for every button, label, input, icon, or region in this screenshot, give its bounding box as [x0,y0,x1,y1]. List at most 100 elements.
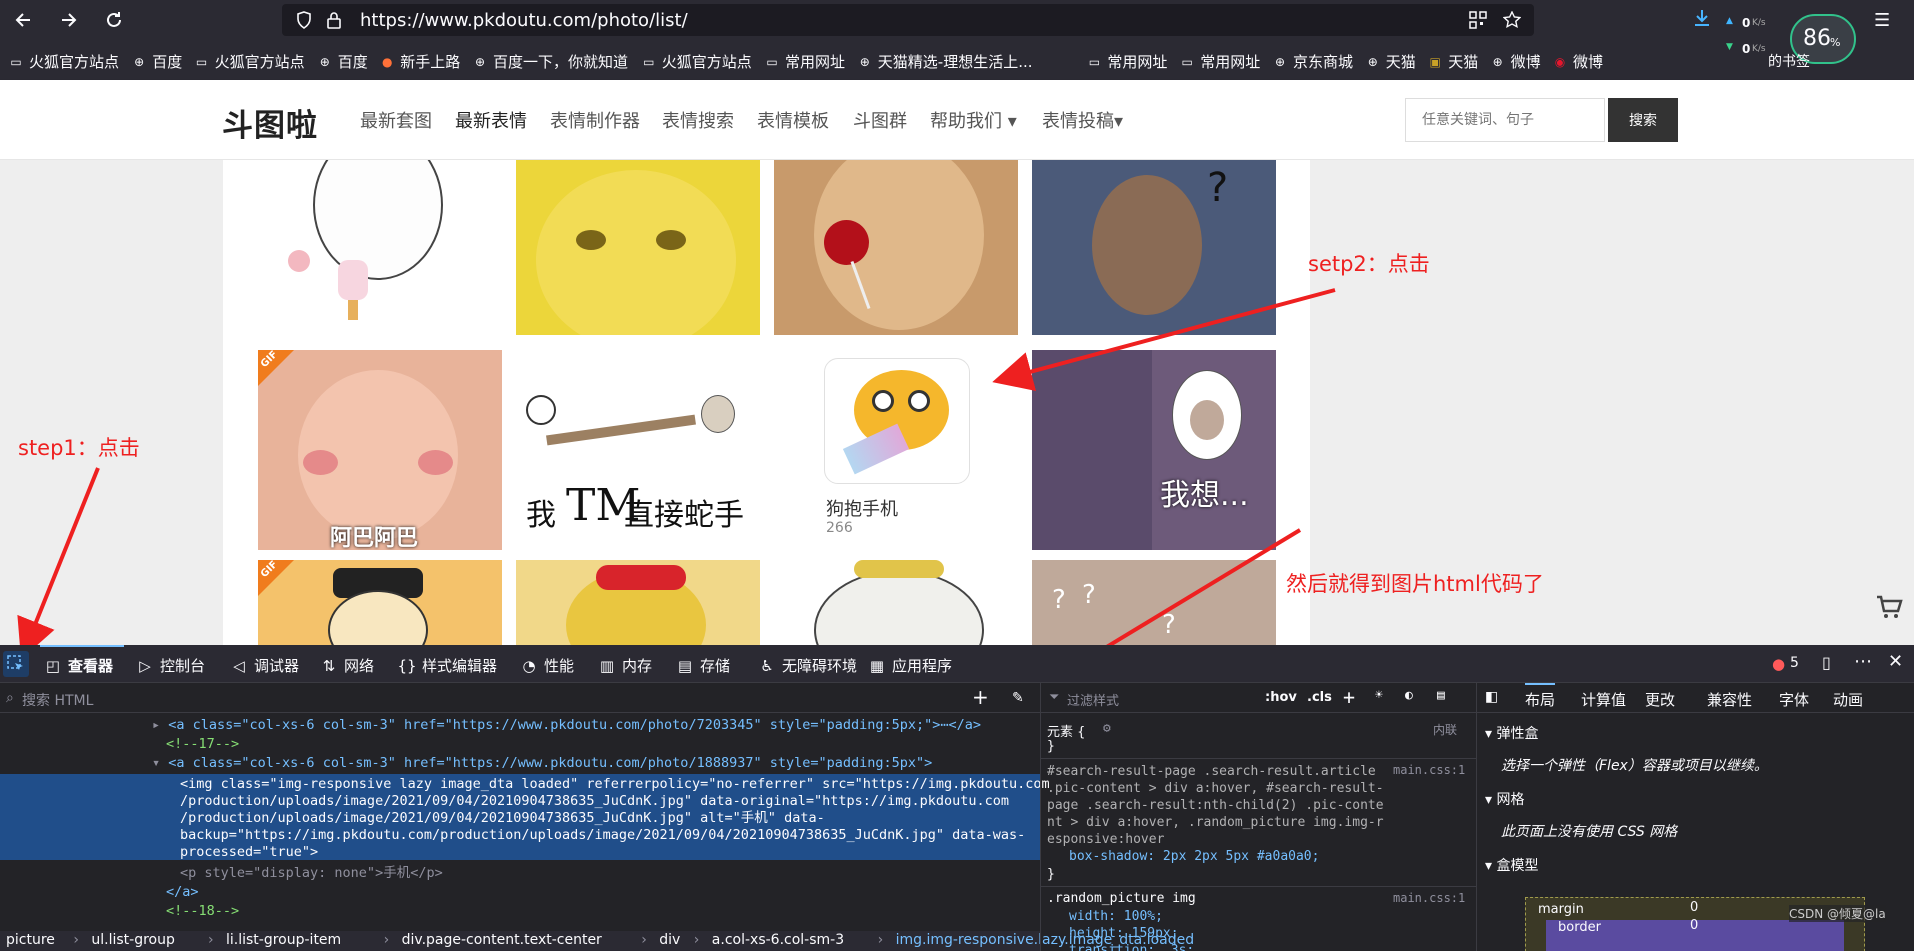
devtools-tab-label: 内存 [622,657,653,675]
breadcrumb-item[interactable]: div.page-content.text-center [402,932,602,948]
filter-styles-placeholder: 过滤样式 [1067,694,1120,709]
dark-theme-icon[interactable]: ◐ [1405,688,1413,703]
devtools-tab-label: 应用程序 [892,657,953,675]
border-label: border [1558,920,1601,935]
element-picker-button[interactable] [3,651,29,677]
filter-icon: ⏷ [1049,690,1060,705]
html-breadcrumb: picture › ul.list-group › li.list-group-item… [0,931,1194,951]
layout-tab[interactable]: 动画 [1833,689,1863,710]
css-rule-source[interactable]: main.css:1 [1393,891,1465,905]
css-property[interactable]: transition: .3s; [1069,943,1194,951]
devtools-tab[interactable]: ◰ 查看器 [44,655,113,676]
flexbox-note: 选择一个弹性（Flex）容器或项目以继续。 [1501,758,1768,774]
devtools-tab[interactable]: ⇅ 网络 [320,655,374,676]
sidebar-toggle-icon[interactable]: ◧ [1485,689,1498,705]
gear-icon[interactable]: ⚙ [1103,721,1111,736]
accessibility-icon: ♿ [760,656,774,675]
breadcrumb-separator: › [383,932,390,948]
devtools-tab[interactable]: ♿ 无障碍环境 [758,655,857,676]
css-rule-source[interactable]: main.css:1 [1393,763,1465,777]
flexbox-section-title[interactable]: ▾ 弹性盒 [1485,723,1538,743]
devtools-tab-label: 查看器 [68,657,114,675]
devtools-tab-label: 无障碍环境 [782,657,858,675]
css-property[interactable]: height: 159px; [1069,926,1179,941]
search-icon: ⌕ [6,690,14,706]
inspector-icon: ◰ [45,656,61,675]
devtools-tab[interactable]: ▤ 存储 [676,655,730,676]
cls-toggle[interactable]: .cls [1307,690,1332,705]
devtools-tab-label: 样式编辑器 [422,657,498,675]
application-icon: ▦ [869,656,885,675]
devtools-tab[interactable]: ▦ 应用程序 [868,655,952,676]
storage-icon: ▤ [677,656,693,675]
active-tab-indicator [40,645,124,647]
pick-element-icon [7,655,23,670]
network-icon: ⇅ [322,656,336,675]
grid-section-title[interactable]: ▾ 网格 [1485,789,1524,809]
selected-html-node[interactable]: <img class="img-responsive lazy image_dt… [0,774,1050,860]
breadcrumb-separator: › [693,932,700,948]
watermark: CSDN @倾夏@la [1789,905,1886,922]
devtools-tab[interactable]: ◁ 调试器 [230,655,299,676]
more-options-icon[interactable]: ⋯ [1854,651,1872,672]
devtools-tab[interactable]: ◔ 性能 [520,655,574,676]
breadcrumb-item[interactable]: div [659,932,680,948]
devtools-toolbar: ◰ 查看器 ▷ 控制台 ◁ 调试器 ⇅ 网络 {} 样式编辑器 ◔ 性能 ▥ 内存 ▤ 存储 ♿ 无障碍环境 ▦ 应用… [0,645,1914,683]
margin-label: margin [1538,902,1584,917]
light-theme-icon[interactable]: ☀ [1375,688,1383,703]
error-icon[interactable]: ● [1772,655,1785,673]
breadcrumb-item[interactable]: picture [6,932,55,948]
dock-icon[interactable]: ▯ [1822,653,1831,672]
arrow-step1 [17,467,100,660]
html-node[interactable]: </a> [0,884,1040,901]
devtools-tab-label: 性能 [544,657,575,675]
layout-tabs: ◧ 布局 计算值 更改 兼容性 字体 动画 [1477,683,1914,713]
devtools-panel: ◰ 查看器 ▷ 控制台 ◁ 调试器 ⇅ 网络 {} 样式编辑器 ◔ 性能 ▥ 内存 ▤ 存储 ♿ 无障碍环境 ▦ 应用… [0,645,1914,951]
boxmodel-section-title[interactable]: ▾ 盒模型 [1485,855,1538,875]
breadcrumb-item[interactable]: a.col-xs-6.col-sm-3 [712,932,844,948]
devtools-tab-label: 控制台 [160,657,206,675]
html-node[interactable]: <p style="display: none">手机</p> [0,865,1040,882]
devtools-tab[interactable]: ▥ 内存 [598,655,652,676]
css-property[interactable]: box-shadow: 2px 2px 5px #a0a0a0; [1069,849,1319,864]
search-html-bar[interactable]: ⌕ 搜索 HTML + ✎ [0,683,1040,713]
layout-tab[interactable]: 计算值 [1581,689,1626,710]
breadcrumb-separator: › [641,932,647,948]
close-devtools-icon[interactable]: ✕ [1888,651,1903,672]
devtools-tab[interactable]: {} 样式编辑器 [397,655,498,676]
style-editor-icon: {} [397,656,417,675]
breadcrumb-separator: › [877,932,884,948]
hov-toggle[interactable]: :hov [1265,690,1297,705]
box-model-border[interactable]: border 0 [1546,918,1844,951]
devtools-tab[interactable]: ▷ 控制台 [136,655,205,676]
print-media-icon[interactable]: ▤ [1437,688,1445,703]
devtools-tab-label: 存储 [700,657,731,675]
breadcrumb-separator: › [73,932,79,948]
performance-icon: ◔ [522,656,536,675]
breadcrumb-item[interactable]: li.list-group-item [226,932,341,948]
html-comment[interactable]: <!--18--> [0,903,1040,920]
margin-value[interactable]: 0 [1690,900,1698,915]
eyedropper-icon[interactable]: ✎ [1012,690,1024,706]
html-node[interactable]: ▸ <a class="col-xs-6 col-sm-3" href="htt… [0,717,1040,734]
filter-styles-bar[interactable]: ⏷ 过滤样式 :hov .cls + ☀ ◐ ▤ [1041,683,1477,713]
console-icon: ▷ [139,656,151,675]
add-node-icon[interactable]: + [972,685,989,709]
layout-tab[interactable]: 字体 [1779,689,1809,710]
memory-icon: ▥ [599,656,615,675]
element-rule: 元素 { [1047,725,1086,740]
css-property[interactable]: width: 100%; [1069,909,1163,924]
layout-pane: ◧ 布局 计算值 更改 兼容性 字体 动画 ▾ 弹性盒 选择一个弹性（Flex）容器或项目… [1476,683,1914,951]
error-count[interactable]: 5 [1790,655,1799,671]
html-comment[interactable]: <!--17--> [0,736,1040,753]
html-node[interactable]: ▾ <a class="col-xs-6 col-sm-3" href="htt… [0,755,1040,772]
add-rule-icon[interactable]: + [1343,685,1355,709]
breadcrumb-item[interactable]: ul.list-group [91,932,175,948]
layout-tab[interactable]: 布局 [1525,683,1556,710]
css-rules-pane: ⏷ 过滤样式 :hov .cls + ☀ ◐ ▤ 元素 { ⚙ 内联 } #se… [1040,683,1477,951]
css-rule-selector[interactable]: .random_picture img [1047,891,1196,906]
layout-tab[interactable]: 更改 [1645,689,1675,710]
layout-tab[interactable]: 兼容性 [1707,689,1752,710]
css-rule-selector[interactable]: #search-result-page .search-result.artic… [1047,763,1387,848]
border-value[interactable]: 0 [1690,918,1698,933]
